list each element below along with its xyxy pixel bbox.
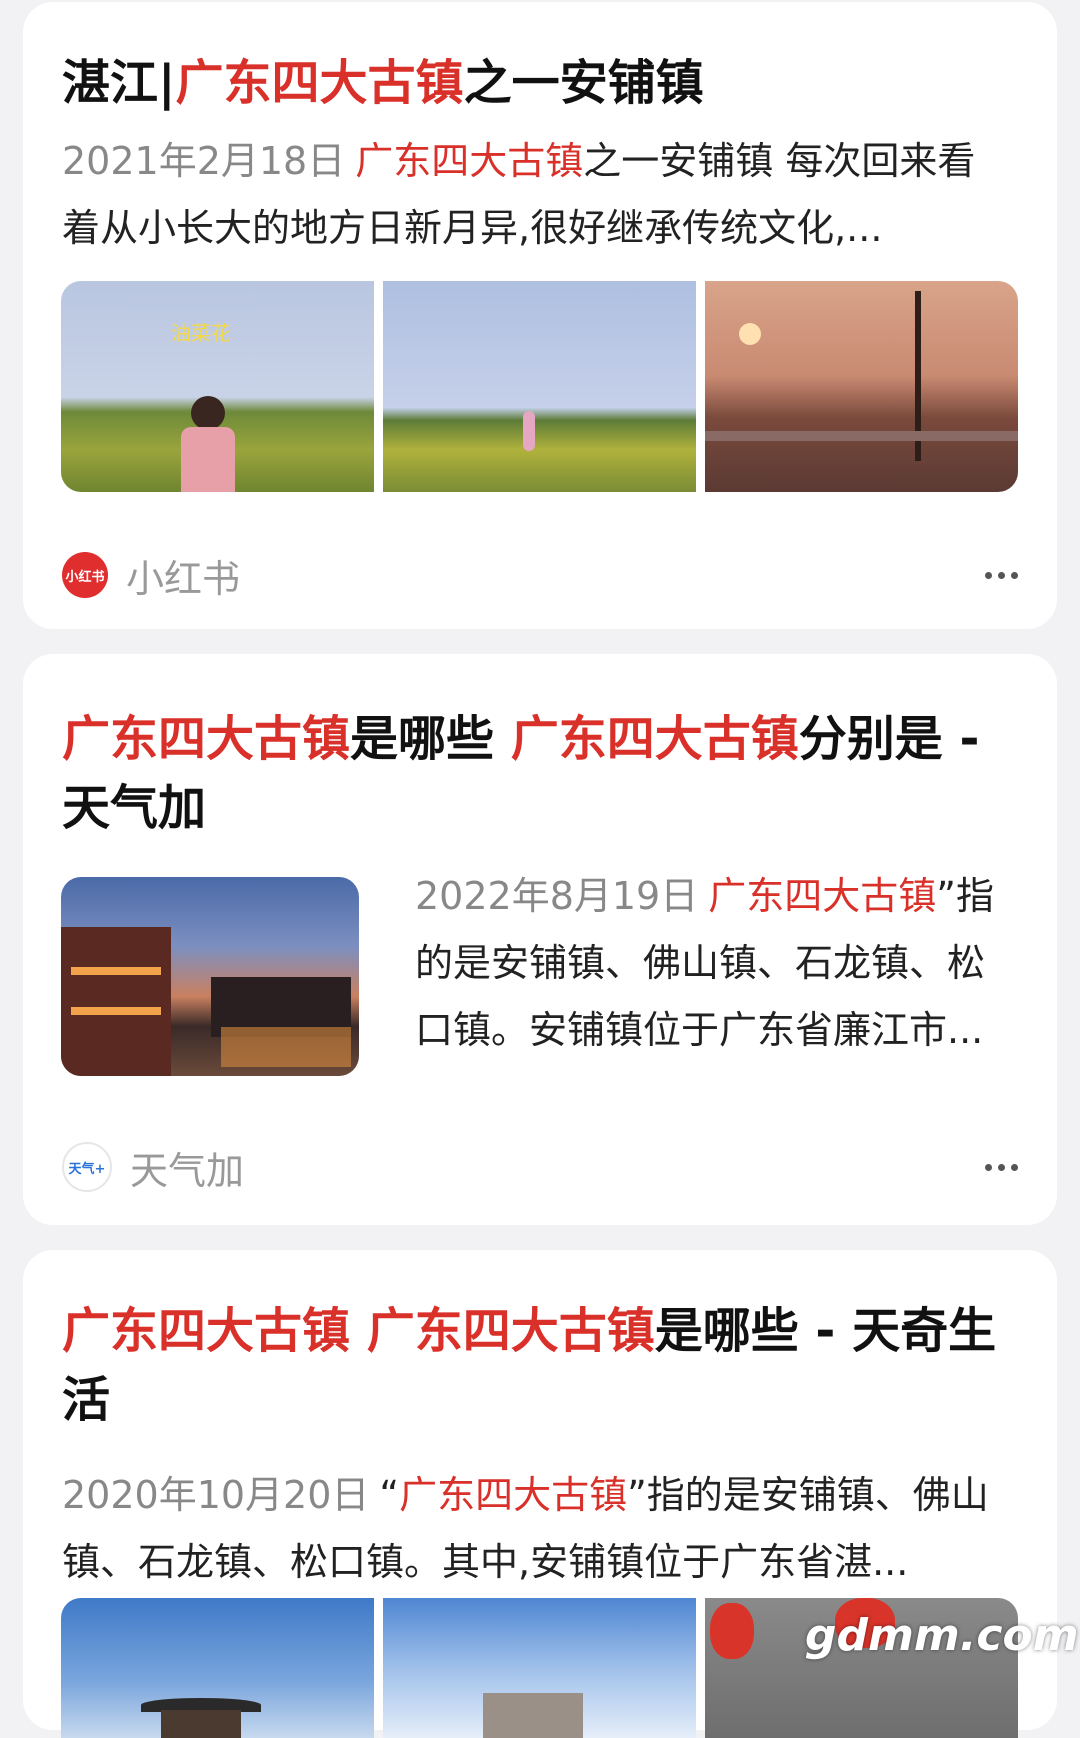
- title-highlight: 广东四大古镇 广东四大古镇: [62, 1303, 655, 1359]
- snippet-highlight: 广东四大古镇: [399, 1473, 628, 1517]
- title-text: 是哪些: [350, 711, 511, 767]
- result-date: 2021年2月18日: [62, 139, 346, 183]
- more-options-icon[interactable]: [985, 571, 1018, 579]
- snippet-text: “: [379, 1473, 400, 1517]
- source-name[interactable]: 天气加: [130, 1140, 244, 1195]
- result-title[interactable]: 广东四大古镇是哪些 广东四大古镇分别是 - 天气加: [62, 705, 1022, 843]
- search-result-card[interactable]: 广东四大古镇是哪些 广东四大古镇分别是 - 天气加 2022年8月19日 广东四大…: [23, 654, 1057, 1225]
- result-date: 2020年10月20日: [62, 1473, 370, 1517]
- snippet-highlight: 广东四大古镇: [355, 139, 584, 183]
- result-snippet: 2022年8月19日 广东四大古镇”指的是安铺镇、佛山镇、石龙镇、松口镇。安铺镇位…: [415, 863, 1015, 1064]
- result-source-row: 天气+ 天气加: [62, 1140, 1018, 1195]
- result-image-strip[interactable]: 油菜花: [61, 281, 1018, 492]
- result-source-row: 小红书 小红书: [62, 548, 1018, 603]
- snippet-highlight: 广东四大古镇: [708, 874, 937, 918]
- title-highlight: 广东四大古镇: [62, 711, 351, 767]
- result-snippet: 2020年10月20日 “广东四大古镇”指的是安铺镇、佛山镇、石龙镇、松口镇。其中…: [62, 1462, 1022, 1596]
- result-thumbnail-ancient-town[interactable]: [61, 877, 359, 1076]
- image-overlay-text: 油菜花: [171, 321, 231, 345]
- title-highlight: 广东四大古镇: [175, 55, 464, 111]
- site-watermark: gdmm.com: [805, 1610, 1079, 1661]
- result-snippet: 2021年2月18日 广东四大古镇之一安铺镇 每次回来看着从小长大的地方日新月异,…: [62, 128, 1012, 262]
- result-image-sunset-bridge[interactable]: [705, 281, 1018, 492]
- result-image-rapeseed-field[interactable]: [383, 281, 696, 492]
- source-name[interactable]: 小红书: [126, 548, 240, 603]
- result-title[interactable]: 湛江|广东四大古镇之一安铺镇: [62, 49, 704, 118]
- result-title[interactable]: 广东四大古镇 广东四大古镇是哪些 - 天奇生活: [62, 1297, 1022, 1435]
- title-text: 湛江|: [62, 55, 176, 111]
- result-image-archway[interactable]: [383, 1598, 696, 1738]
- result-date: 2022年8月19日: [415, 874, 699, 918]
- xiaohongshu-logo-icon: 小红书: [62, 552, 108, 598]
- tianqijia-logo-icon: 天气+: [62, 1142, 112, 1192]
- search-result-card[interactable]: 湛江|广东四大古镇之一安铺镇 2021年2月18日 广东四大古镇之一安铺镇 每次回…: [23, 2, 1057, 629]
- title-highlight: 广东四大古镇: [510, 711, 799, 767]
- result-image-rapeseed-girl[interactable]: 油菜花: [61, 281, 374, 492]
- title-text: 之一安铺镇: [463, 55, 704, 111]
- result-image-pavilion[interactable]: [61, 1598, 374, 1738]
- more-options-icon[interactable]: [985, 1163, 1018, 1171]
